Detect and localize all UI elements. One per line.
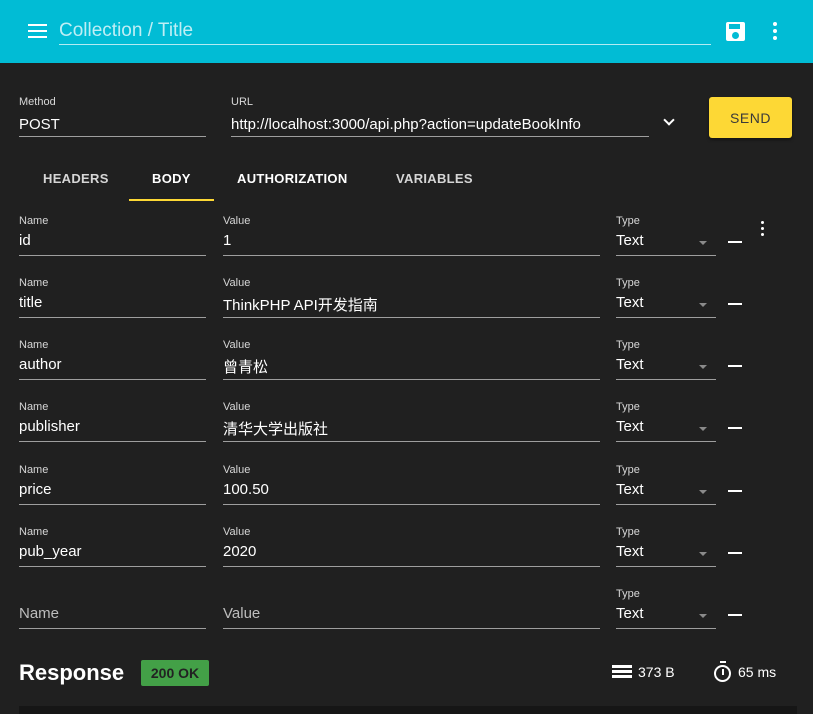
send-button[interactable]: SEND: [709, 97, 792, 138]
tab-headers[interactable]: HEADERS: [43, 171, 109, 186]
tab-body[interactable]: BODY: [152, 171, 191, 186]
save-icon[interactable]: [726, 22, 745, 41]
url-history-chevron-down-icon[interactable]: [663, 114, 675, 126]
param-name-label: Name: [19, 526, 49, 538]
hamburger-menu-icon[interactable]: [28, 24, 47, 38]
new-param-name-field[interactable]: Name: [19, 605, 206, 629]
method-field[interactable]: POST: [19, 116, 206, 137]
status-badge: 200 OK: [141, 660, 209, 686]
active-tab-indicator: [129, 199, 214, 201]
param-name-label: Name: [19, 339, 49, 351]
remove-param-icon[interactable]: [728, 427, 742, 429]
param-row: Name publisher Value 清华大学出版社 Type Text: [0, 401, 813, 463]
app-bar: [0, 0, 813, 63]
param-type-label: Type: [616, 339, 640, 351]
remove-param-icon[interactable]: [728, 303, 742, 305]
type-dropdown-arrow-icon[interactable]: [699, 614, 707, 618]
param-name-field[interactable]: price: [19, 481, 206, 505]
storage-list-icon: [612, 665, 632, 681]
more-options-icon[interactable]: [770, 22, 780, 42]
param-name-label: Name: [19, 401, 49, 413]
param-row: Name pub_year Value 2020 Type Text: [0, 526, 813, 588]
tab-authorization[interactable]: AUTHORIZATION: [237, 171, 348, 186]
response-time: 65 ms: [738, 664, 777, 680]
param-name-field[interactable]: publisher: [19, 418, 206, 442]
response-title: Response: [19, 660, 125, 685]
param-name-label: Name: [19, 215, 49, 227]
param-value-label: Value: [223, 464, 251, 476]
collection-title-input[interactable]: [59, 17, 711, 45]
param-value-label: Value: [223, 277, 251, 289]
url-label: URL: [231, 96, 254, 108]
param-value-label: Value: [223, 339, 251, 351]
param-row: Name id Value 1 Type Text: [0, 215, 813, 277]
type-dropdown-arrow-icon[interactable]: [699, 490, 707, 494]
param-value-field[interactable]: 2020: [223, 543, 600, 567]
param-row-empty: Name Value Type Text: [0, 588, 813, 650]
param-name-field[interactable]: author: [19, 356, 206, 380]
url-field[interactable]: http://localhost:3000/api.php?action=upd…: [231, 116, 649, 137]
params-more-options-icon[interactable]: [759, 221, 765, 239]
method-label: Method: [19, 96, 56, 108]
response-body: [19, 706, 797, 714]
param-type-label: Type: [616, 464, 640, 476]
param-row: Name author Value 曾青松 Type Text: [0, 339, 813, 401]
param-name-label: Name: [19, 277, 49, 289]
param-type-label: Type: [616, 588, 640, 600]
response-size: 373 B: [638, 664, 675, 680]
param-value-label: Value: [223, 526, 251, 538]
param-value-field[interactable]: ThinkPHP API开发指南: [223, 294, 600, 318]
param-name-field[interactable]: pub_year: [19, 543, 206, 567]
param-value-label: Value: [223, 215, 251, 227]
type-dropdown-arrow-icon[interactable]: [699, 241, 707, 245]
type-dropdown-arrow-icon[interactable]: [699, 303, 707, 307]
remove-param-icon[interactable]: [728, 365, 742, 367]
param-type-label: Type: [616, 277, 640, 289]
timer-icon: [714, 661, 731, 682]
type-dropdown-arrow-icon[interactable]: [699, 365, 707, 369]
param-row: Name title Value ThinkPHP API开发指南 Type T…: [0, 277, 813, 339]
tab-variables[interactable]: VARIABLES: [396, 171, 473, 186]
param-type-label: Type: [616, 401, 640, 413]
param-value-label: Value: [223, 401, 251, 413]
new-param-value-field[interactable]: Value: [223, 605, 600, 629]
param-value-field[interactable]: 100.50: [223, 481, 600, 505]
param-row: Name price Value 100.50 Type Text: [0, 464, 813, 526]
remove-param-icon[interactable]: [728, 241, 742, 243]
param-type-label: Type: [616, 215, 640, 227]
param-value-field[interactable]: 清华大学出版社: [223, 418, 600, 442]
remove-param-icon[interactable]: [728, 490, 742, 492]
param-value-field[interactable]: 曾青松: [223, 356, 600, 380]
type-dropdown-arrow-icon[interactable]: [699, 427, 707, 431]
param-value-field[interactable]: 1: [223, 232, 600, 256]
param-type-label: Type: [616, 526, 640, 538]
param-name-label: Name: [19, 464, 49, 476]
type-dropdown-arrow-icon[interactable]: [699, 552, 707, 556]
param-name-field[interactable]: id: [19, 232, 206, 256]
remove-param-icon[interactable]: [728, 552, 742, 554]
remove-param-icon[interactable]: [728, 614, 742, 616]
param-name-field[interactable]: title: [19, 294, 206, 318]
